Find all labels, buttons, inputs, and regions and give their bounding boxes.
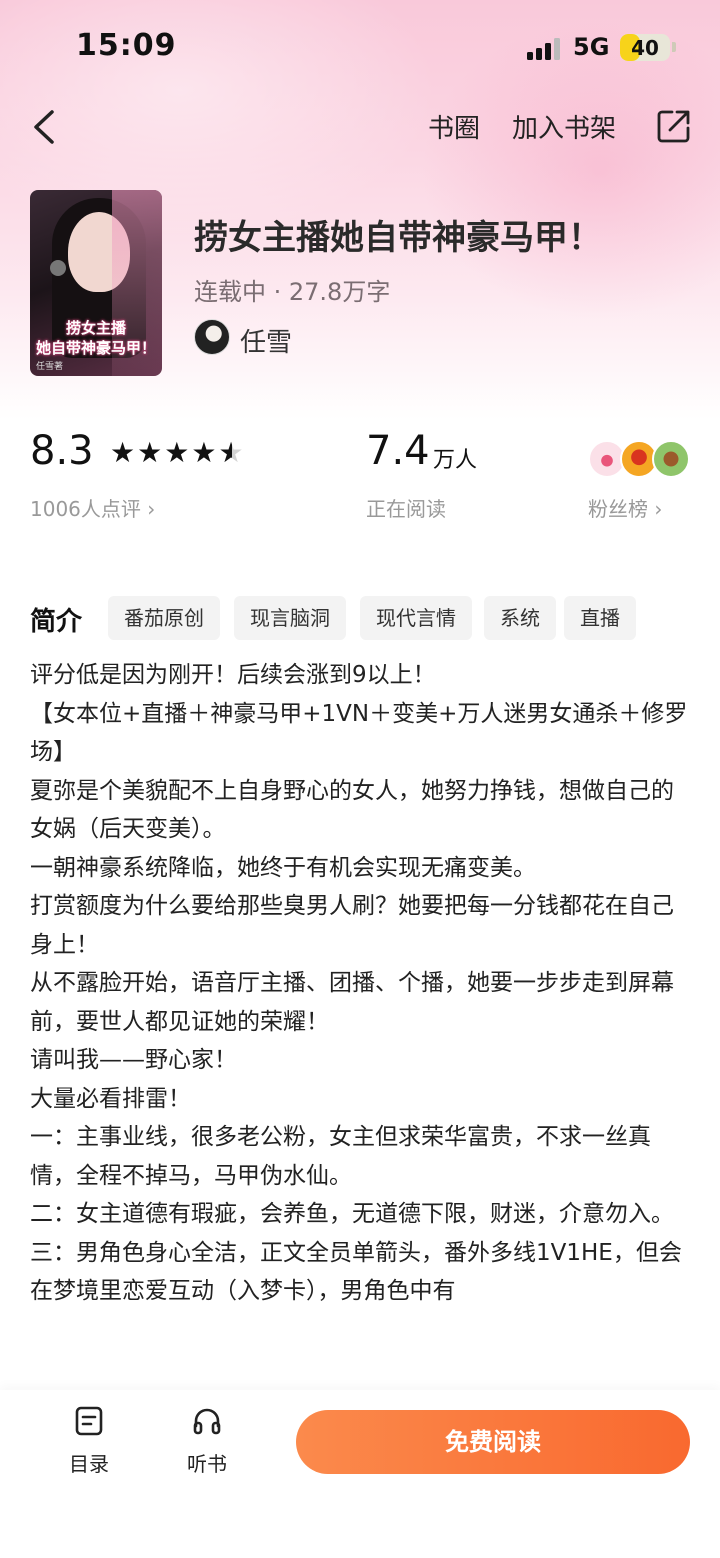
intro-paragraph: 【女本位+直播＋神豪马甲+1VN＋变美+万人迷男女通杀＋修罗场】 bbox=[30, 700, 688, 766]
cover-art-microphone bbox=[50, 260, 66, 276]
tag-item[interactable]: 系统 bbox=[484, 596, 556, 640]
fans-ranking-link[interactable]: 粉丝榜 › bbox=[588, 493, 662, 522]
cover-title-line2: 她自带神豪马甲！ bbox=[35, 339, 156, 357]
fan-avatar bbox=[652, 440, 690, 478]
signal-strength-icon bbox=[527, 38, 563, 60]
star-icon: ★ bbox=[191, 436, 219, 469]
star-icon: ★ bbox=[164, 436, 192, 469]
listen-button[interactable]: 听书 bbox=[172, 1406, 242, 1477]
readers-unit: 万人 bbox=[433, 448, 478, 473]
listen-label: 听书 bbox=[187, 1452, 227, 1476]
intro-paragraph: 请叫我——野心家！ bbox=[30, 1047, 237, 1073]
fan-avatars[interactable] bbox=[588, 440, 692, 480]
author-name[interactable]: 任雪 bbox=[240, 322, 292, 359]
readers-count: 7.4 bbox=[366, 428, 430, 474]
star-icon: ★★ bbox=[218, 436, 246, 469]
book-cover[interactable]: 捞女主播 她自带神豪马甲！ 任雪著 bbox=[30, 190, 162, 376]
intro-paragraph: 从不露脸开始，语音厅主播、团播、个播，她要一步步走到屏幕前，要世人都见证她的荣耀… bbox=[30, 970, 674, 1035]
tag-item[interactable]: 番茄原创 bbox=[108, 596, 220, 640]
battery-icon: 40 bbox=[620, 34, 670, 61]
readers-label: 正在阅读 bbox=[366, 497, 446, 521]
star-icon: ★ bbox=[110, 436, 138, 469]
catalog-icon bbox=[75, 1406, 103, 1436]
free-read-button[interactable]: 免费阅读 bbox=[296, 1410, 690, 1474]
cover-title-line1: 捞女主播 bbox=[65, 319, 126, 337]
intro-paragraph: 三：男角色身心全洁，正文全员单箭头，番外多线1V1HE，但会在梦境里恋爱互动（入… bbox=[30, 1239, 682, 1305]
star-half-fill: ★ bbox=[218, 436, 232, 469]
tag-item[interactable]: 直播 bbox=[564, 596, 636, 640]
add-to-shelf-button[interactable]: 加入书架 bbox=[512, 108, 616, 145]
battery-level: 40 bbox=[631, 36, 659, 60]
back-button[interactable] bbox=[26, 104, 70, 150]
tag-item[interactable]: 现言脑洞 bbox=[234, 596, 346, 640]
cover-title: 捞女主播 她自带神豪马甲！ bbox=[34, 318, 158, 358]
rating-score: 8.3 bbox=[30, 428, 94, 474]
intro-paragraph: 一朝神豪系统降临，她终于有机会实现无痛变美。 bbox=[30, 854, 536, 881]
intro-paragraph: 大量必看排雷！ bbox=[30, 1085, 191, 1112]
book-circle-link[interactable]: 书圈 bbox=[428, 108, 480, 145]
intro-paragraph: 评分低是因为刚开！后续会涨到9以上！ bbox=[30, 662, 436, 688]
intro-paragraph: 二：女主道德有瑕疵，会养鱼，无道德下限，财迷，介意勿入。 bbox=[30, 1201, 674, 1227]
book-meta: 连载中 · 27.8万字 bbox=[194, 278, 391, 306]
rating-stars: ★★★★★★ bbox=[110, 436, 246, 469]
status-time: 15:09 bbox=[76, 28, 177, 63]
rating-count-link[interactable]: 1006人点评 › bbox=[30, 493, 155, 522]
intro-heading: 简介 bbox=[30, 607, 83, 637]
status-bar: 15:09 5G 40 bbox=[0, 0, 720, 96]
network-type: 5G bbox=[573, 33, 610, 61]
star-icon: ★ bbox=[137, 436, 165, 469]
intro-paragraph: 一：主事业线，很多老公粉，女主但求荣华富贵，不求一丝真情，全程不掉马，马甲伪水仙… bbox=[30, 1124, 651, 1189]
catalog-button[interactable]: 目录 bbox=[54, 1406, 124, 1477]
cover-author: 任雪著 bbox=[36, 362, 64, 372]
battery-tip bbox=[672, 42, 676, 52]
catalog-label: 目录 bbox=[69, 1452, 109, 1476]
share-icon bbox=[657, 110, 690, 143]
share-button[interactable] bbox=[656, 108, 692, 144]
tag-item[interactable]: 现代言情 bbox=[360, 596, 472, 640]
intro-paragraph: 夏弥是个美貌配不上自身野心的女人，她努力挣钱，想做自己的女娲（后天变美）。 bbox=[30, 777, 674, 843]
author-avatar[interactable] bbox=[194, 319, 230, 355]
intro-text: 评分低是因为刚开！后续会涨到9以上！ 【女本位+直播＋神豪马甲+1VN＋变美+万… bbox=[30, 656, 694, 1311]
headphones-icon bbox=[193, 1408, 221, 1435]
book-title: 捞女主播她自带神豪马甲！ bbox=[194, 218, 602, 258]
intro-paragraph: 打赏额度为什么要给那些臭男人刷？她要把每一分钱都花在自己身上！ bbox=[30, 893, 674, 958]
back-arrow-icon bbox=[34, 110, 54, 144]
